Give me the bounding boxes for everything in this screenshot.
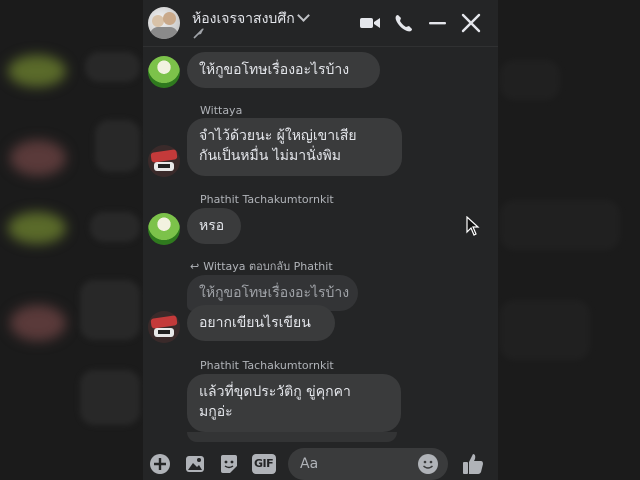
- sender-name: Wittaya: [200, 104, 243, 117]
- group-avatar[interactable]: [148, 7, 180, 39]
- bg-blob: [10, 305, 66, 341]
- message-bubble[interactable]: แล้วที่ขุดประวัติกู ขู่คุกคา มกูอ่ะ: [187, 374, 401, 432]
- mouse-cursor-icon: [466, 216, 480, 236]
- reply-indicator: ↩ Wittaya ตอบกลับ Phathit: [190, 260, 333, 273]
- phone-icon[interactable]: [393, 13, 415, 33]
- partial-message-bubble: [187, 432, 397, 442]
- message-list[interactable]: ให้กูขอโทษเรื่องอะไรบ้าง Wittaya จำไว้ด้…: [143, 46, 498, 442]
- bg-blob: [8, 55, 66, 87]
- bg-bubble: [500, 200, 620, 250]
- bg-bubble: [500, 300, 590, 360]
- avatar[interactable]: [148, 56, 180, 88]
- chat-window: ห้องเจรจาสงบศึก ให้กูขอโทษเรื่องอะไรบ้าง…: [143, 0, 498, 480]
- avatar[interactable]: [148, 145, 180, 177]
- bg-blob: [8, 212, 66, 244]
- message-input-placeholder: Aa: [300, 456, 319, 472]
- feather-icon: [193, 28, 204, 39]
- image-icon[interactable]: [184, 453, 206, 475]
- bg-blob: [10, 140, 66, 176]
- composer: GIF Aa: [143, 444, 498, 480]
- message-bubble[interactable]: หรอ: [187, 208, 241, 244]
- emoji-icon[interactable]: [417, 453, 439, 475]
- bg-bubble: [95, 120, 140, 172]
- avatar[interactable]: [148, 311, 180, 343]
- bg-bubble: [500, 60, 560, 100]
- plus-icon[interactable]: [149, 453, 171, 475]
- close-icon[interactable]: [460, 13, 482, 33]
- chat-title[interactable]: ห้องเจรจาสงบศึก: [192, 8, 310, 30]
- bg-bubble: [80, 280, 140, 340]
- bg-bubble: [85, 52, 140, 82]
- video-call-icon[interactable]: [359, 13, 381, 33]
- bg-bubble: [80, 370, 140, 425]
- avatar[interactable]: [148, 213, 180, 245]
- chevron-down-icon[interactable]: [296, 9, 310, 22]
- chat-title-text: ห้องเจรจาสงบศึก: [192, 11, 295, 27]
- reply-arrow-icon: ↩: [190, 260, 200, 273]
- sender-name: Phathit Tachakumtornkit: [200, 359, 334, 372]
- minimize-icon[interactable]: [427, 13, 449, 33]
- message-bubble[interactable]: จำไว้ด้วยนะ ผู้ใหญ่เขาเสีย กันเป็นหมื่น …: [187, 118, 402, 176]
- sender-name: Phathit Tachakumtornkit: [200, 193, 334, 206]
- chat-header: ห้องเจรจาสงบศึก: [143, 0, 498, 47]
- gif-icon[interactable]: GIF: [252, 454, 276, 474]
- like-icon[interactable]: [461, 452, 485, 476]
- message-bubble[interactable]: อยากเขียนไรเขียน: [187, 305, 335, 341]
- bg-bubble: [90, 212, 140, 242]
- sticker-icon[interactable]: [218, 453, 240, 475]
- message-bubble[interactable]: ให้กูขอโทษเรื่องอะไรบ้าง: [187, 52, 380, 88]
